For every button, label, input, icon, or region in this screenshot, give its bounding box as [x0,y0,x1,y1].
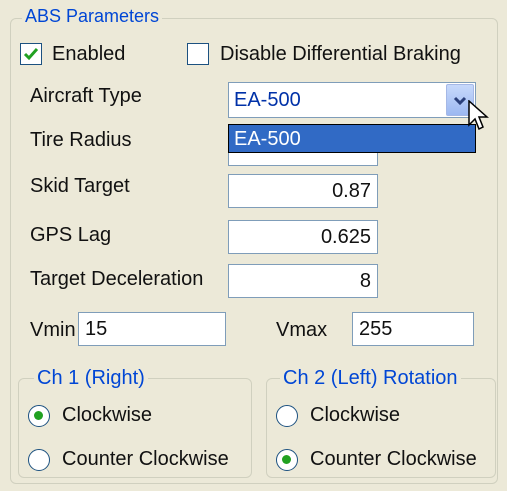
vmin-label: Vmin [30,319,76,341]
mouse-pointer-icon [468,100,489,131]
gps-lag-input[interactable]: 0.625 [228,220,378,254]
gps-lag-label: GPS Lag [30,224,112,246]
vmax-label: Vmax [276,319,328,341]
vmin-input[interactable]: 15 [78,312,226,346]
ch1-clockwise-dot [34,411,43,420]
aircraft-type-label: Aircraft Type [30,85,142,107]
ch2-clockwise-label: Clockwise [310,404,401,426]
enabled-checkbox[interactable] [20,43,42,65]
aircraft-type-dropdown-list: EA-500 [228,124,476,153]
aircraft-type-combo[interactable]: EA-500 [228,82,476,118]
aircraft-type-option[interactable]: EA-500 [234,126,301,152]
abs-panel: ABS Parameters Enabled Disable Different… [0,0,507,491]
enabled-label: Enabled [52,43,126,65]
ch1-title: Ch 1 (Right) [34,367,148,389]
target-deceleration-label: Target Deceleration [30,268,204,290]
disable-differential-braking-checkbox[interactable] [187,43,209,65]
skid-target-input[interactable]: 0.87 [228,174,378,208]
tire-radius-label: Tire Radius [30,129,132,151]
ch1-counter-clockwise-label: Counter Clockwise [62,448,229,470]
skid-target-label: Skid Target [30,175,130,197]
abs-parameters-title: ABS Parameters [22,6,163,26]
target-deceleration-input[interactable]: 8 [228,264,378,298]
ch2-counter-clockwise-label: Counter Clockwise [310,448,477,470]
ch2-counter-clockwise-radio[interactable] [276,449,298,471]
ch2-clockwise-radio[interactable] [276,405,298,427]
ch2-title: Ch 2 (Left) Rotation [280,367,461,389]
vmax-input[interactable]: 255 [352,312,474,346]
ch1-clockwise-label: Clockwise [62,404,153,426]
aircraft-type-value: EA-500 [234,89,301,111]
ch2-counter-clockwise-dot [282,455,291,464]
disable-differential-braking-label: Disable Differential Braking [220,43,461,65]
ch1-clockwise-radio[interactable] [28,405,50,427]
ch1-counter-clockwise-radio[interactable] [28,449,50,471]
checkmark-icon [23,48,39,61]
